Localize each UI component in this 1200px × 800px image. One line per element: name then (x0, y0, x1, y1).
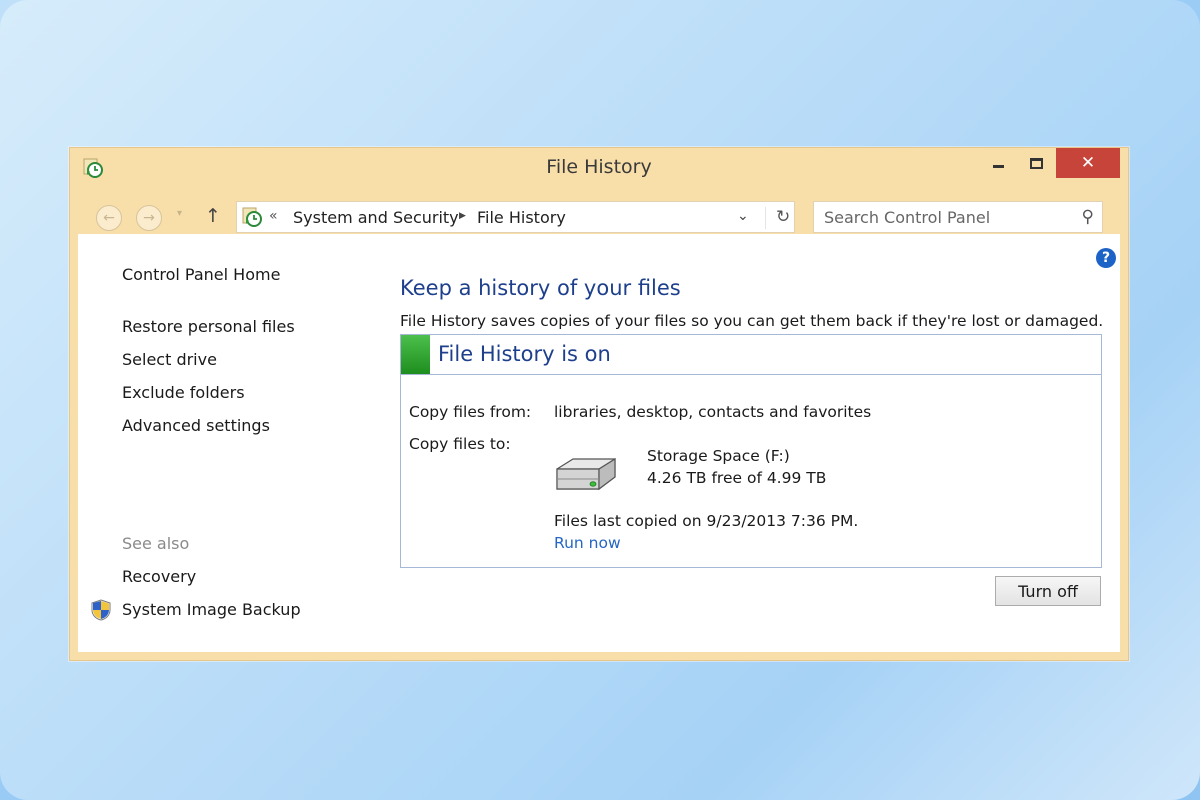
turn-off-button[interactable]: Turn off (995, 576, 1101, 606)
back-arrow-icon: ← (103, 210, 115, 226)
file-history-icon (242, 207, 262, 227)
close-button[interactable]: ✕ (1056, 148, 1120, 178)
copy-from-label: Copy files from: (409, 403, 532, 421)
hard-drive-icon (556, 457, 616, 491)
page-description: File History saves copies of your files … (400, 312, 1104, 330)
search-placeholder: Search Control Panel (824, 208, 991, 227)
breadcrumb-separator-icon[interactable]: ▶ (459, 211, 466, 221)
file-history-window: File History ✕ ← → ▾ ↑ « System and Secu… (69, 147, 1129, 661)
close-icon: ✕ (1080, 153, 1096, 173)
refresh-icon[interactable]: ↻ (765, 207, 790, 229)
maximize-button[interactable] (1020, 148, 1052, 178)
copy-to-label: Copy files to: (409, 435, 511, 453)
drive-name: Storage Space (F:) (647, 447, 790, 465)
status-on-indicator (401, 335, 430, 374)
sidebar-item-control-panel-home[interactable]: Control Panel Home (122, 265, 280, 284)
last-copied-text: Files last copied on 9/23/2013 7:36 PM. (554, 512, 859, 530)
status-header: File History is on (401, 335, 1101, 375)
help-icon[interactable]: ? (1096, 248, 1116, 268)
copy-from-value: libraries, desktop, contacts and favorit… (554, 403, 872, 421)
breadcrumb-system-and-security[interactable]: System and Security (293, 208, 459, 227)
sidebar-item-recovery[interactable]: Recovery (122, 567, 196, 586)
window-title: File History (546, 156, 652, 178)
sidebar-item-exclude-folders[interactable]: Exclude folders (122, 383, 245, 402)
recent-locations-dropdown-icon[interactable]: ▾ (177, 208, 182, 219)
address-bar[interactable]: « System and Security ▶ File History ⌄ ↻ (236, 201, 795, 233)
sidebar-item-advanced-settings[interactable]: Advanced settings (122, 416, 270, 435)
minimize-button[interactable] (982, 148, 1014, 178)
status-panel: File History is on Copy files from: libr… (400, 334, 1102, 568)
breadcrumb-file-history[interactable]: File History (477, 208, 566, 227)
status-title: File History is on (438, 342, 611, 366)
see-also-heading: See also (122, 534, 190, 553)
breadcrumb-overflow-icon[interactable]: « (269, 208, 278, 224)
page-heading: Keep a history of your files (400, 276, 681, 300)
drive-free-space: 4.26 TB free of 4.99 TB (647, 469, 827, 487)
maximize-icon (1029, 157, 1043, 169)
title-bar[interactable]: File History ✕ (70, 148, 1128, 188)
navigation-bar: ← → ▾ ↑ « System and Security ▶ File His… (78, 188, 1120, 234)
search-input[interactable]: Search Control Panel ⚲ (813, 201, 1103, 233)
forward-arrow-icon: → (143, 210, 155, 226)
address-dropdown-icon[interactable]: ⌄ (737, 208, 749, 224)
minimize-icon (992, 164, 1004, 168)
forward-button[interactable]: → (136, 205, 162, 231)
up-arrow-icon[interactable]: ↑ (205, 205, 221, 227)
run-now-link[interactable]: Run now (554, 534, 621, 552)
uac-shield-icon (91, 599, 111, 621)
sidebar-item-select-drive[interactable]: Select drive (122, 350, 217, 369)
content-area: ? Control Panel Home Restore personal fi… (78, 234, 1120, 652)
back-button[interactable]: ← (96, 205, 122, 231)
search-icon[interactable]: ⚲ (1082, 207, 1094, 227)
sidebar-item-restore-personal-files[interactable]: Restore personal files (122, 317, 295, 336)
sidebar-item-system-image-backup[interactable]: System Image Backup (122, 600, 301, 619)
